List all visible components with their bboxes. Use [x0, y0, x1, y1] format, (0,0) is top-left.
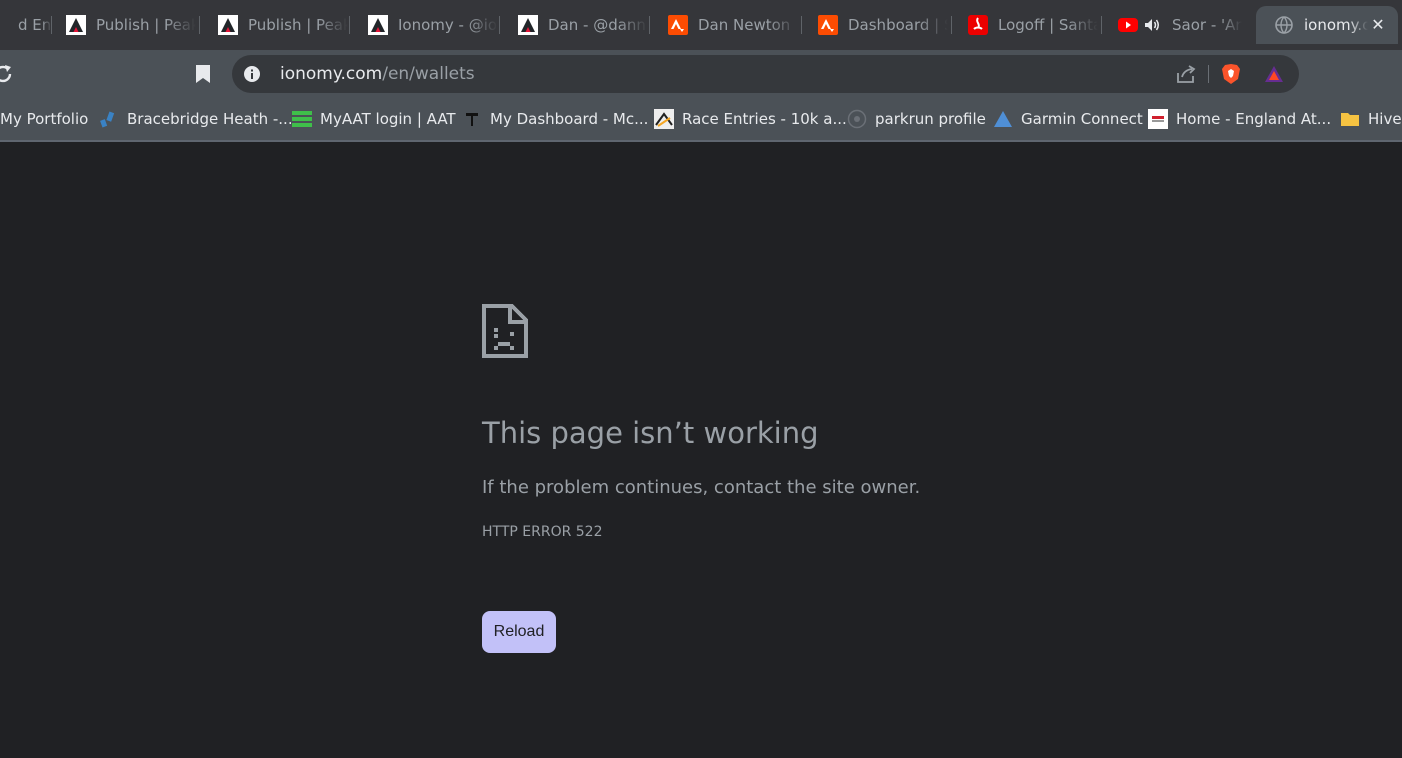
- site-info-icon[interactable]: [242, 64, 262, 84]
- url-text[interactable]: ionomy.com/en/wallets: [280, 64, 475, 84]
- peakd-icon: [368, 15, 388, 35]
- bookmarks-bar: My Portfolio Bracebridge Heath -... MyAA…: [0, 98, 1402, 142]
- tab-title: d End: [18, 16, 52, 34]
- bookmark-garmin-connect[interactable]: Garmin Connect: [993, 107, 1143, 131]
- tab-title: Publish | Peak: [248, 16, 348, 34]
- tab-title: Dan Newton: [698, 16, 791, 34]
- bookmark-label: My Portfolio: [0, 110, 89, 128]
- bookmark-label: Hive: [1368, 110, 1402, 128]
- bookmark-label: My Dashboard - Mc...: [490, 110, 649, 128]
- peakd-icon: [66, 15, 86, 35]
- parkrun-icon: [847, 109, 867, 129]
- tab-title: Ionomy - @io: [398, 16, 498, 34]
- tab-9[interactable]: Saor - 'An: [1100, 6, 1252, 44]
- bookmark-my-dashboard[interactable]: My Dashboard - Mc...: [462, 107, 648, 131]
- globe-icon: [0, 15, 18, 35]
- bracebridge-icon: [99, 109, 119, 129]
- tab-title: Dashboard | S: [848, 16, 948, 34]
- tab-2[interactable]: Publish | Peak: [48, 6, 200, 44]
- garmin-icon: [993, 109, 1013, 129]
- peakd-icon: [518, 15, 538, 35]
- close-tab-icon[interactable]: ✕: [1368, 15, 1388, 35]
- bookmark-label: Race Entries - 10k a...: [682, 110, 847, 128]
- bookmark-england-athletics[interactable]: Home - England At...: [1148, 107, 1331, 131]
- tab-3[interactable]: Publish | Peak: [200, 6, 350, 44]
- tab-title: Dan - @dann: [548, 16, 646, 34]
- tab-1[interactable]: d End: [0, 6, 52, 44]
- aat-icon: [292, 109, 312, 129]
- browser-toolbar: ionomy.com/en/wallets: [0, 50, 1402, 98]
- sad-page-icon: [482, 304, 528, 358]
- tab-title: Logoff | Santa: [998, 16, 1098, 34]
- bookmark-label: Garmin Connect: [1021, 110, 1143, 128]
- tab-7[interactable]: Dashboard | S: [800, 6, 952, 44]
- share-icon[interactable]: [1175, 63, 1197, 85]
- bookmark-folder-hive[interactable]: Hive: [1340, 107, 1402, 131]
- england-athletics-icon: [1148, 109, 1168, 129]
- bookmark-bracebridge-heath[interactable]: Bracebridge Heath -...: [99, 107, 293, 131]
- bookmark-parkrun[interactable]: parkrun profile: [847, 107, 986, 131]
- strava-icon: [668, 15, 688, 35]
- bookmark-label: Bracebridge Heath -...: [127, 110, 293, 128]
- bookmark-label: Home - England At...: [1176, 110, 1332, 128]
- error-message: If the problem continues, contact the si…: [482, 477, 921, 498]
- url-domain: ionomy.com: [280, 64, 383, 84]
- page-content: This page isn’t working If the problem c…: [0, 144, 1402, 758]
- url-path: /en/wallets: [382, 64, 475, 84]
- brave-rewards-icon[interactable]: [1263, 63, 1285, 85]
- bookmark-label: parkrun profile: [875, 110, 986, 128]
- tab-8[interactable]: Logoff | Santa: [950, 6, 1102, 44]
- brave-shields-icon[interactable]: [1220, 63, 1242, 85]
- peakd-icon: [218, 15, 238, 35]
- tab-5[interactable]: Dan - @dann: [500, 6, 650, 44]
- toolbar-divider: [1208, 65, 1209, 83]
- reload-button[interactable]: Reload: [482, 611, 556, 653]
- globe-icon: [1274, 15, 1294, 35]
- tab-4[interactable]: Ionomy - @io: [350, 6, 500, 44]
- address-bar[interactable]: ionomy.com/en/wallets: [232, 55, 1299, 93]
- youtube-icon: [1118, 15, 1138, 35]
- bookmark-race-entries[interactable]: Race Entries - 10k a...: [654, 107, 847, 131]
- tab-strip: d End Publish | Peak Publish | Peak Iono…: [0, 0, 1402, 50]
- tab-title: ionomy.c: [1304, 16, 1368, 34]
- bookmark-myaat[interactable]: MyAAT login | AAT: [292, 107, 456, 131]
- reload-icon[interactable]: [0, 62, 16, 86]
- santander-icon: [968, 15, 988, 35]
- tab-6[interactable]: Dan Newton: [650, 6, 802, 44]
- race-icon: [654, 109, 674, 129]
- tab-title: Saor - 'An: [1172, 16, 1242, 34]
- error-code: HTTP ERROR 522: [482, 524, 603, 540]
- bookmark-label: MyAAT login | AAT: [320, 110, 456, 128]
- strava-icon: [818, 15, 838, 35]
- tab-active[interactable]: ionomy.c ✕: [1256, 6, 1398, 44]
- bookmark-icon[interactable]: [192, 63, 214, 85]
- mcdashboard-icon: [462, 109, 482, 129]
- error-title: This page isn’t working: [482, 416, 819, 450]
- folder-icon: [1340, 109, 1360, 129]
- speaker-icon[interactable]: [1142, 15, 1162, 35]
- tab-title: Publish | Peak: [96, 16, 196, 34]
- bookmark-my-portfolio[interactable]: My Portfolio: [0, 107, 88, 131]
